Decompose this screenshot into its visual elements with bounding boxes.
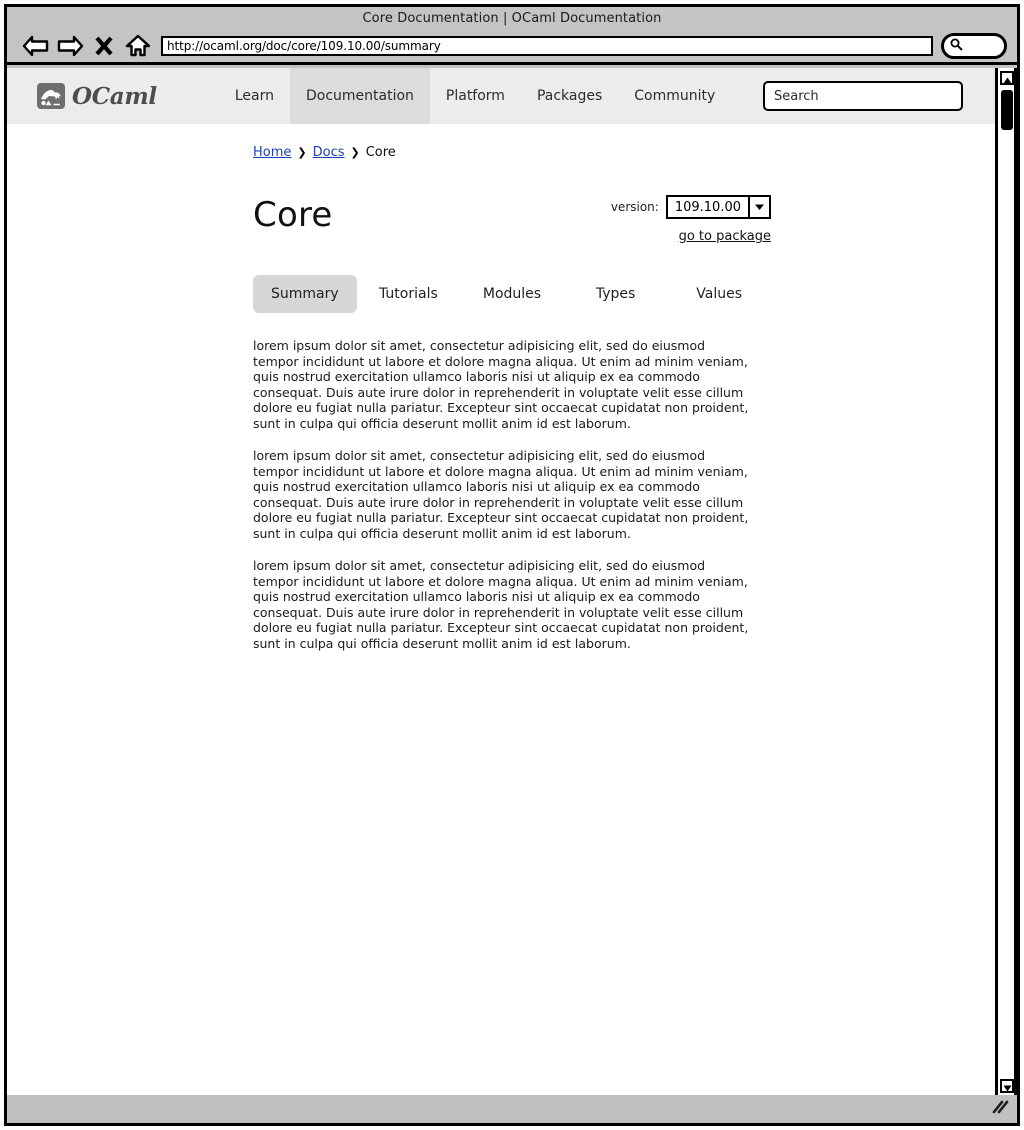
nav-item-learn[interactable]: Learn	[219, 68, 290, 124]
version-row: version: 109.10.00	[611, 195, 771, 219]
search-icon	[949, 36, 963, 55]
site-search-input[interactable]: Search	[763, 81, 963, 111]
back-button[interactable]	[19, 31, 53, 61]
stop-x-icon	[94, 35, 114, 57]
content-tabs: Summary Tutorials Modules Types Values	[253, 275, 771, 313]
breadcrumb-item-core: Core	[365, 145, 396, 160]
tab-label: Values	[696, 286, 743, 302]
brand-logo[interactable]: OCaml	[37, 83, 157, 110]
forward-arrow-icon	[56, 34, 84, 58]
nav-item-label: Platform	[445, 88, 505, 104]
tab-types[interactable]: Types	[564, 275, 668, 313]
scroll-up-button[interactable]	[1000, 71, 1014, 85]
go-to-package-link[interactable]: go to package	[679, 229, 771, 244]
main-content: Home ❯ Docs ❯ Core Core version: 109.10.…	[7, 124, 995, 651]
breadcrumb: Home ❯ Docs ❯ Core	[253, 145, 995, 160]
home-button[interactable]	[121, 31, 155, 61]
url-text: http://ocaml.org/doc/core/109.10.00/summ…	[167, 38, 441, 53]
breadcrumb-item-docs[interactable]: Docs	[313, 145, 345, 160]
body-paragraph: lorem ipsum dolor sit amet, consectetur …	[253, 558, 749, 651]
version-select[interactable]: 109.10.00	[665, 195, 771, 219]
url-bar[interactable]: http://ocaml.org/doc/core/109.10.00/summ…	[161, 35, 933, 56]
tab-label: Types	[595, 286, 636, 302]
site-header: OCaml Learn Documentation Platform Packa…	[7, 68, 995, 124]
vertical-scrollbar[interactable]	[995, 68, 1017, 1096]
body-paragraph: lorem ipsum dolor sit amet, consectetur …	[253, 338, 749, 431]
tab-label: Modules	[482, 286, 542, 302]
page-title: Core	[253, 195, 333, 235]
screenshot-root: Core Documentation | OCaml Documentation	[0, 0, 1024, 1130]
primary-navigation: Learn Documentation Platform Packages Co	[219, 68, 731, 124]
scroll-down-arrow-icon	[1003, 1077, 1012, 1096]
tab-tutorials[interactable]: Tutorials	[357, 275, 461, 313]
version-label: version:	[610, 200, 659, 214]
page-title-row: Core version: 109.10.00 go to package	[253, 190, 771, 244]
body-paragraph: lorem ipsum dolor sit amet, consectetur …	[253, 448, 749, 541]
nav-item-community[interactable]: Community	[618, 68, 731, 124]
browser-search-box[interactable]	[941, 32, 1007, 59]
forward-button[interactable]	[53, 31, 87, 61]
browser-viewport: OCaml Learn Documentation Platform Packa…	[7, 68, 1017, 1099]
tab-summary[interactable]: Summary	[253, 275, 357, 313]
browser-title-bar: Core Documentation | OCaml Documentation	[7, 7, 1017, 29]
nav-item-label: Documentation	[305, 88, 414, 104]
breadcrumb-separator-icon: ❯	[350, 146, 360, 159]
stop-button[interactable]	[87, 31, 121, 61]
back-arrow-icon	[22, 34, 50, 58]
home-icon	[125, 34, 151, 58]
tab-values[interactable]: Values	[667, 275, 771, 313]
scroll-down-button[interactable]	[1000, 1079, 1014, 1093]
camel-logo-icon	[37, 83, 65, 109]
breadcrumb-separator-icon: ❯	[297, 146, 307, 159]
nav-item-documentation[interactable]: Documentation	[289, 68, 430, 124]
version-block: version: 109.10.00 go to package	[611, 190, 771, 244]
nav-item-label: Packages	[536, 88, 603, 104]
nav-item-label: Learn	[234, 88, 274, 104]
scroll-up-arrow-icon	[1003, 69, 1012, 88]
brand-name: OCaml	[72, 82, 157, 110]
nav-item-platform[interactable]: Platform	[430, 68, 521, 124]
nav-item-packages[interactable]: Packages	[521, 68, 618, 124]
tab-modules[interactable]: Modules	[460, 275, 564, 313]
page-content: OCaml Learn Documentation Platform Packa…	[7, 68, 995, 1096]
tab-label: Tutorials	[379, 286, 438, 302]
browser-window: Core Documentation | OCaml Documentation	[4, 4, 1020, 1126]
site-search-placeholder: Search	[774, 88, 819, 104]
tab-label: Summary	[270, 286, 339, 302]
summary-body: lorem ipsum dolor sit amet, consectetur …	[253, 338, 753, 651]
window-title: Core Documentation | OCaml Documentation	[362, 10, 662, 26]
browser-toolbar: http://ocaml.org/doc/core/109.10.00/summ…	[7, 29, 1017, 65]
nav-item-label: Community	[634, 88, 716, 104]
chevron-down-icon[interactable]	[748, 197, 769, 217]
browser-status-bar	[7, 1095, 1017, 1123]
scrollbar-thumb[interactable]	[1001, 90, 1013, 130]
version-selected-value: 109.10.00	[674, 199, 741, 215]
resize-grip-icon[interactable]	[991, 1099, 1009, 1119]
breadcrumb-item-home[interactable]: Home	[253, 145, 291, 160]
